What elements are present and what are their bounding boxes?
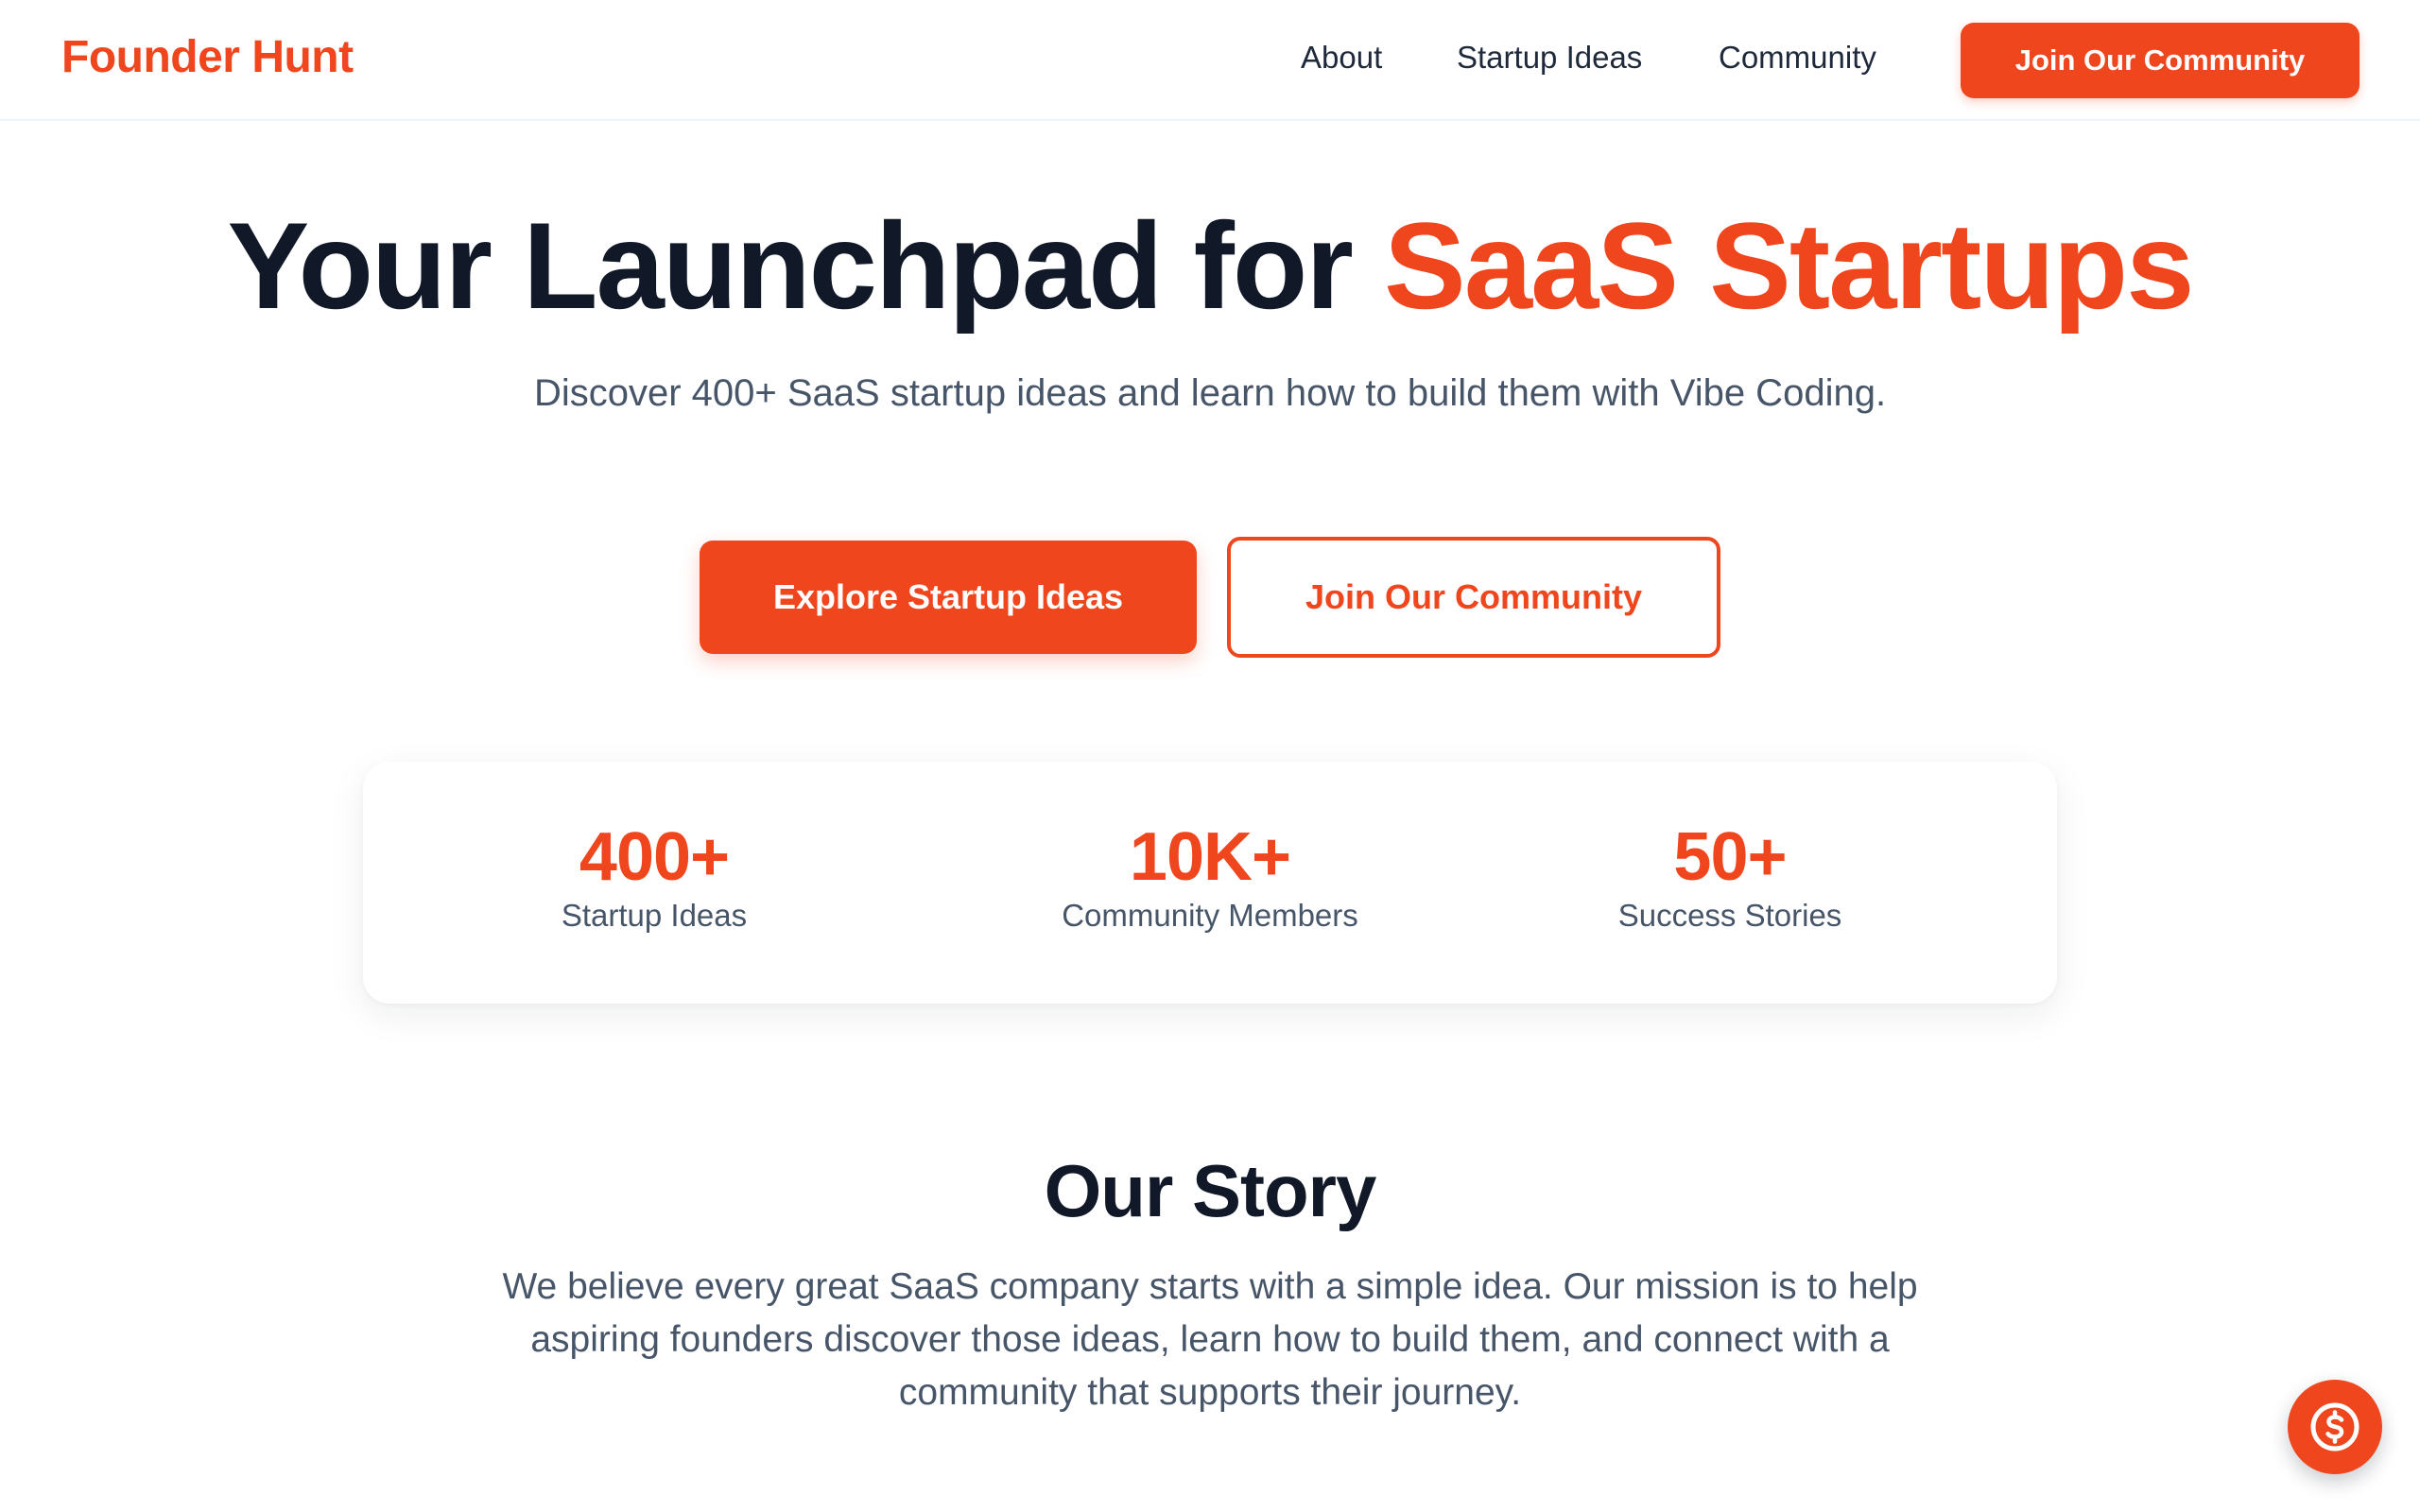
stat-startup-ideas: 400+ Startup Ideas: [408, 818, 900, 936]
stat-community-members: 10K+ Community Members: [964, 818, 1456, 936]
header-join-community-button[interactable]: Join Our Community: [1961, 23, 2360, 98]
explore-startup-ideas-button[interactable]: Explore Startup Ideas: [700, 541, 1197, 654]
hero-title-accent: SaaS Startups: [1384, 197, 2194, 335]
hero-subtitle: Discover 400+ SaaS startup ideas and lea…: [533, 372, 1887, 414]
hero-title: Your Launchpad for SaaS Startups: [0, 195, 2420, 336]
story-text: We believe every great SaaS company star…: [502, 1266, 1918, 1413]
join-community-button[interactable]: Join Our Community: [1227, 537, 1720, 658]
stat-label: Success Stories: [1617, 898, 1842, 933]
story-title: Our Story: [1044, 1149, 1377, 1232]
nav-link-startup-ideas[interactable]: Startup Ideas: [1457, 38, 1642, 77]
nav-link-about[interactable]: About: [1301, 38, 1382, 77]
stat-label: Startup Ideas: [561, 898, 748, 933]
stat-label: Community Members: [1062, 898, 1358, 933]
stat-value: 10K+: [1129, 819, 1291, 895]
dollar-circle-icon: [2308, 1400, 2361, 1453]
stats-card: 400+ Startup Ideas 10K+ Community Member…: [363, 762, 2057, 1004]
stat-value: 400+: [579, 819, 730, 895]
hero-title-main: Your Launchpad for: [227, 197, 1385, 335]
site-header: Founder Hunt About Startup Ideas Communi…: [0, 0, 2420, 121]
logo[interactable]: Founder Hunt: [61, 28, 354, 87]
nav-link-community[interactable]: Community: [1719, 38, 1876, 77]
floating-pricing-button[interactable]: [2288, 1380, 2382, 1474]
stat-success-stories: 50+ Success Stories: [1484, 818, 1976, 936]
stat-value: 50+: [1673, 819, 1787, 895]
